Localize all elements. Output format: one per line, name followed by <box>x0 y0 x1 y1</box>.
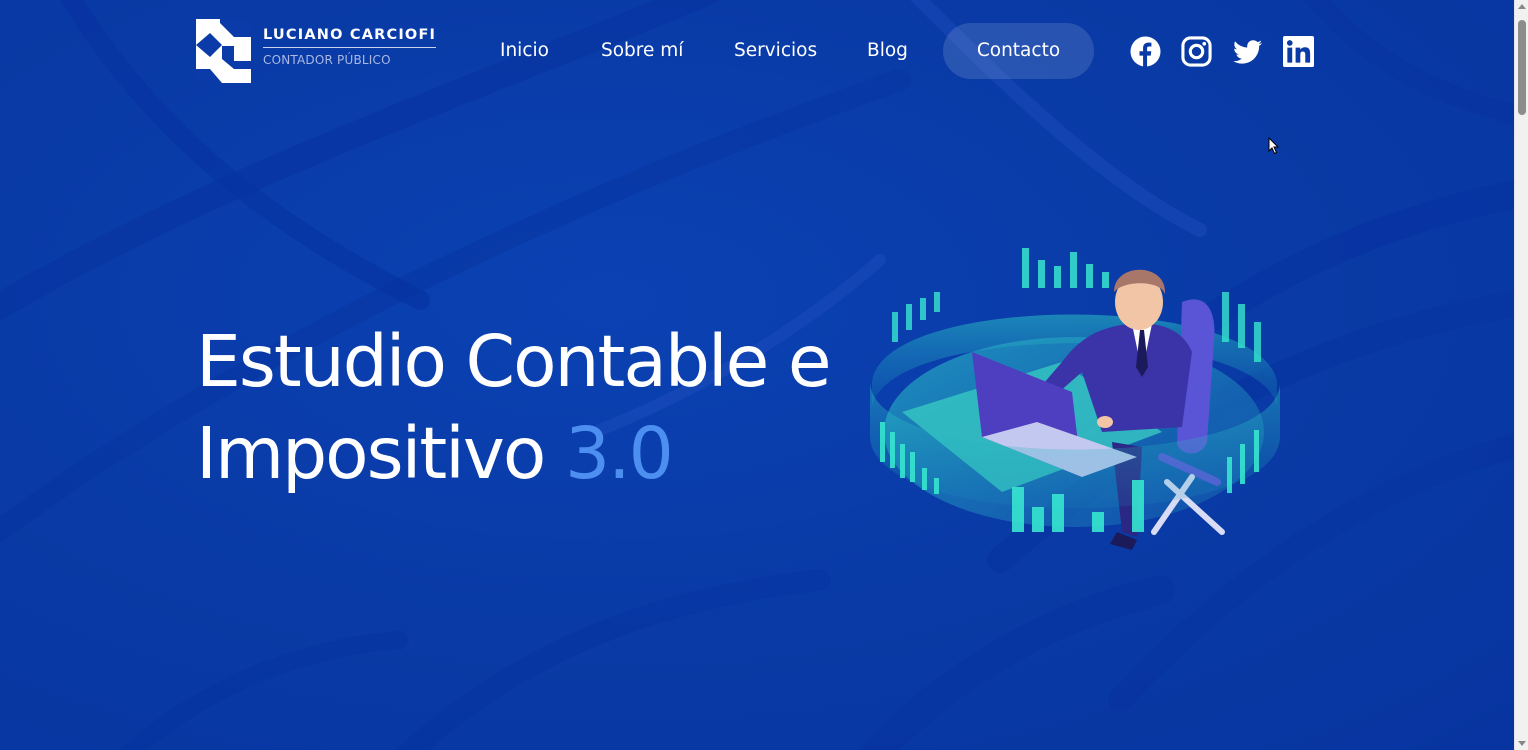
hero-title-line2: Impositivo <box>196 412 546 495</box>
hero-title-accent: 3.0 <box>564 412 674 495</box>
instagram-link[interactable] <box>1181 36 1212 67</box>
hero-title: Estudio Contable e Impositivo 3.0 <box>196 316 832 500</box>
linkedin-link[interactable] <box>1283 36 1314 67</box>
nav-item-inicio[interactable]: Inicio <box>500 23 549 79</box>
facebook-icon <box>1130 36 1161 67</box>
brand-subtitle: CONTADOR PÚBLICO <box>263 53 391 67</box>
mouse-cursor-icon <box>1268 137 1280 155</box>
instagram-icon <box>1181 36 1212 67</box>
brand-logo[interactable]: LUCIANO CARCIOFI CONTADOR PÚBLICO <box>196 19 437 83</box>
hero-title-line1: Estudio Contable e <box>196 320 832 403</box>
page-scrollbar[interactable] <box>1514 0 1528 750</box>
page: LUCIANO CARCIOFI CONTADOR PÚBLICO Inicio… <box>0 0 1514 750</box>
logo-mark-icon <box>196 19 251 83</box>
nav-item-sobre-mi[interactable]: Sobre mí <box>601 23 683 79</box>
scroll-up-arrow-icon[interactable] <box>1518 4 1526 9</box>
brand-name: LUCIANO CARCIOFI <box>263 27 437 48</box>
twitter-link[interactable] <box>1232 36 1263 67</box>
scroll-thumb[interactable] <box>1518 20 1526 115</box>
contact-button[interactable]: Contacto <box>943 23 1094 79</box>
linkedin-icon <box>1283 36 1314 67</box>
scroll-down-arrow-icon[interactable] <box>1518 741 1526 746</box>
nav-item-blog[interactable]: Blog <box>867 23 908 79</box>
facebook-link[interactable] <box>1130 36 1161 67</box>
accountant-illustration <box>870 248 1281 550</box>
nav-item-servicios[interactable]: Servicios <box>734 23 817 79</box>
twitter-icon <box>1233 40 1263 64</box>
